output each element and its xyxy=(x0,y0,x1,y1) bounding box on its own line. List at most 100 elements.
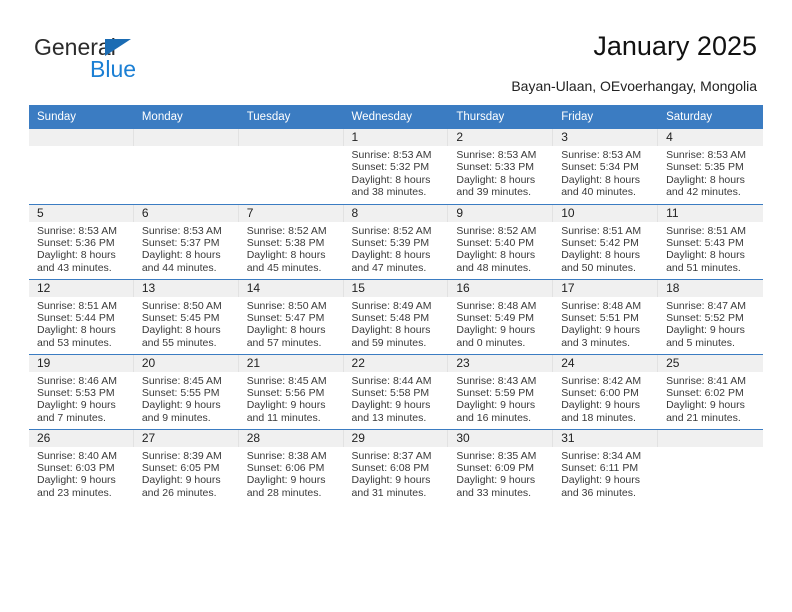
calendar-day-cell[interactable]: 14 Sunrise: 8:50 AM Sunset: 5:47 PM Dayligh… xyxy=(238,278,344,354)
calendar-week-row: 19 Sunrise: 8:46 AM Sunset: 5:53 PM Dayligh… xyxy=(29,353,763,429)
daylight-text-line1: Daylight: 9 hours xyxy=(456,474,536,487)
calendar-day-cell[interactable]: 2 Sunrise: 8:53 AM Sunset: 5:33 PM Daylight… xyxy=(448,129,554,204)
sunset-text: Sunset: 5:37 PM xyxy=(141,236,220,249)
day-details: Sunrise: 8:53 AM Sunset: 5:32 PM Daylight:… xyxy=(344,146,449,199)
day-details: Sunrise: 8:51 AM Sunset: 5:44 PM Daylight:… xyxy=(29,297,134,350)
sunset-text: Sunset: 5:53 PM xyxy=(37,386,115,399)
sunset-text: Sunset: 5:40 PM xyxy=(456,236,535,249)
sunset-text: Sunset: 6:02 PM xyxy=(666,386,744,399)
calendar-day-cell[interactable]: 26 Sunrise: 8:40 AM Sunset: 6:03 PM Dayligh… xyxy=(29,428,134,504)
sunrise-text: Sunrise: 8:43 AM xyxy=(456,374,537,387)
calendar-day-cell[interactable]: 21 Sunrise: 8:45 AM Sunset: 5:56 PM Dayligh… xyxy=(238,353,344,429)
calendar-day-cell[interactable]: 17 Sunrise: 8:48 AM Sunset: 5:51 PM Dayligh… xyxy=(553,278,659,354)
calendar-day-cell[interactable]: 15 Sunrise: 8:49 AM Sunset: 5:48 PM Dayligh… xyxy=(343,278,449,354)
calendar-day-cell[interactable]: 22 Sunrise: 8:44 AM Sunset: 5:58 PM Dayligh… xyxy=(343,353,449,429)
calendar-day-cell[interactable]: 31 Sunrise: 8:34 AM Sunset: 6:11 PM Dayligh… xyxy=(553,428,659,504)
page-header: General Blue January 2025 Bayan-Ulaan, O… xyxy=(0,0,792,100)
calendar-day-cell[interactable]: 28 Sunrise: 8:38 AM Sunset: 6:06 PM Dayligh… xyxy=(238,428,344,504)
page-subtitle-location: Bayan-Ulaan, OEvoerhangay, Mongolia xyxy=(511,78,757,94)
sunrise-text: Sunrise: 8:45 AM xyxy=(141,374,222,387)
day-details: Sunrise: 8:53 AM Sunset: 5:34 PM Daylight:… xyxy=(553,146,658,199)
day-number: 31 xyxy=(553,429,659,447)
calendar-day-cell[interactable]: 19 Sunrise: 8:46 AM Sunset: 5:53 PM Dayligh… xyxy=(29,353,134,429)
calendar-grid: Sunday Monday Tuesday Wednesday Thursday… xyxy=(29,105,763,504)
sunrise-text: Sunrise: 8:46 AM xyxy=(37,374,117,387)
day-number: 1 xyxy=(343,129,449,146)
daylight-text-line1: Daylight: 8 hours xyxy=(37,249,116,262)
day-number: 4 xyxy=(658,129,763,146)
calendar-day-cell[interactable]: 24 Sunrise: 8:42 AM Sunset: 6:00 PM Dayligh… xyxy=(553,353,659,429)
daylight-text-line2: and 11 minutes. xyxy=(246,411,321,424)
day-details: Sunrise: 8:45 AM Sunset: 5:56 PM Daylight:… xyxy=(239,372,344,425)
calendar-day-cell[interactable]: 25 Sunrise: 8:41 AM Sunset: 6:02 PM Dayligh… xyxy=(658,353,763,429)
sunset-text: Sunset: 6:11 PM xyxy=(561,461,639,474)
sunset-text: Sunset: 5:44 PM xyxy=(37,311,115,324)
daylight-text-line2: and 31 minutes. xyxy=(351,486,427,499)
day-number: 14 xyxy=(238,279,344,297)
daylight-text-line2: and 43 minutes. xyxy=(37,261,112,274)
sunrise-text: Sunrise: 8:51 AM xyxy=(37,299,117,312)
calendar-day-cell[interactable]: 1 Sunrise: 8:53 AM Sunset: 5:32 PM Daylight… xyxy=(343,129,449,204)
daylight-text-line2: and 3 minutes. xyxy=(561,336,631,349)
sunset-text: Sunset: 5:45 PM xyxy=(141,311,220,324)
calendar-day-cell[interactable]: 9 Sunrise: 8:52 AM Sunset: 5:40 PM Daylight… xyxy=(448,203,554,279)
weekday-header-monday: Monday xyxy=(133,105,239,129)
calendar-day-cell[interactable]: 5 Sunrise: 8:53 AM Sunset: 5:36 PM Daylight… xyxy=(29,203,134,279)
sunrise-text: Sunrise: 8:49 AM xyxy=(351,299,432,312)
day-number xyxy=(658,429,763,447)
day-number: 22 xyxy=(343,354,449,372)
day-details: Sunrise: 8:51 AM Sunset: 5:42 PM Daylight:… xyxy=(553,222,658,275)
daylight-text-line2: and 5 minutes. xyxy=(666,336,735,349)
calendar-table: Sunday Monday Tuesday Wednesday Thursday… xyxy=(29,105,763,504)
sunset-text: Sunset: 6:06 PM xyxy=(246,461,325,474)
day-number: 12 xyxy=(29,279,134,297)
daylight-text-line1: Daylight: 9 hours xyxy=(666,324,745,337)
daylight-text-line2: and 48 minutes. xyxy=(456,261,532,274)
day-number: 11 xyxy=(658,204,763,222)
calendar-week-row: 1 Sunrise: 8:53 AM Sunset: 5:32 PM Daylight… xyxy=(29,129,763,204)
sunset-text: Sunset: 5:38 PM xyxy=(246,236,325,249)
calendar-day-cell[interactable]: 4 Sunrise: 8:53 AM Sunset: 5:35 PM Daylight… xyxy=(658,129,763,204)
weekday-header-tuesday: Tuesday xyxy=(238,105,344,129)
day-details: Sunrise: 8:41 AM Sunset: 6:02 PM Daylight:… xyxy=(658,372,763,425)
day-details: Sunrise: 8:52 AM Sunset: 5:38 PM Daylight:… xyxy=(239,222,344,275)
daylight-text-line2: and 45 minutes. xyxy=(246,261,322,274)
calendar-day-cell[interactable]: 12 Sunrise: 8:51 AM Sunset: 5:44 PM Dayligh… xyxy=(29,278,134,354)
day-number: 15 xyxy=(343,279,449,297)
calendar-day-cell[interactable]: 20 Sunrise: 8:45 AM Sunset: 5:55 PM Dayligh… xyxy=(133,353,239,429)
calendar-header-row: Sunday Monday Tuesday Wednesday Thursday… xyxy=(29,105,763,129)
day-details: Sunrise: 8:52 AM Sunset: 5:39 PM Daylight:… xyxy=(344,222,449,275)
calendar-day-cell[interactable]: 23 Sunrise: 8:43 AM Sunset: 5:59 PM Dayligh… xyxy=(448,353,554,429)
calendar-day-cell[interactable]: 18 Sunrise: 8:47 AM Sunset: 5:52 PM Dayligh… xyxy=(658,278,763,354)
sunrise-text: Sunrise: 8:35 AM xyxy=(456,449,537,462)
day-number: 17 xyxy=(553,279,659,297)
calendar-day-cell[interactable] xyxy=(238,129,344,204)
calendar-day-cell[interactable]: 3 Sunrise: 8:53 AM Sunset: 5:34 PM Daylight… xyxy=(553,129,659,204)
calendar-day-cell[interactable]: 30 Sunrise: 8:35 AM Sunset: 6:09 PM Dayligh… xyxy=(448,428,554,504)
calendar-day-cell[interactable] xyxy=(133,129,239,204)
day-number: 26 xyxy=(29,429,134,447)
daylight-text-line2: and 53 minutes. xyxy=(37,336,112,349)
calendar-day-cell[interactable]: 7 Sunrise: 8:52 AM Sunset: 5:38 PM Daylight… xyxy=(238,203,344,279)
calendar-day-cell[interactable] xyxy=(29,129,134,204)
day-details: Sunrise: 8:35 AM Sunset: 6:09 PM Daylight:… xyxy=(448,447,553,500)
calendar-day-cell[interactable] xyxy=(658,428,763,504)
calendar-day-cell[interactable]: 11 Sunrise: 8:51 AM Sunset: 5:43 PM Dayligh… xyxy=(658,203,763,279)
calendar-day-cell[interactable]: 16 Sunrise: 8:48 AM Sunset: 5:49 PM Dayligh… xyxy=(448,278,554,354)
sunrise-text: Sunrise: 8:38 AM xyxy=(246,449,327,462)
daylight-text-line1: Daylight: 9 hours xyxy=(561,474,641,487)
daylight-text-line1: Daylight: 9 hours xyxy=(456,399,536,412)
sunset-text: Sunset: 5:59 PM xyxy=(456,386,535,399)
day-details: Sunrise: 8:39 AM Sunset: 6:05 PM Daylight:… xyxy=(134,447,239,500)
calendar-day-cell[interactable]: 27 Sunrise: 8:39 AM Sunset: 6:05 PM Dayligh… xyxy=(133,428,239,504)
calendar-page: General Blue January 2025 Bayan-Ulaan, O… xyxy=(0,0,792,612)
sunset-text: Sunset: 5:35 PM xyxy=(666,161,744,174)
calendar-day-cell[interactable]: 29 Sunrise: 8:37 AM Sunset: 6:08 PM Dayligh… xyxy=(343,428,449,504)
calendar-day-cell[interactable]: 6 Sunrise: 8:53 AM Sunset: 5:37 PM Daylight… xyxy=(133,203,239,279)
sunrise-text: Sunrise: 8:50 AM xyxy=(246,299,327,312)
sunset-text: Sunset: 6:08 PM xyxy=(351,461,430,474)
calendar-day-cell[interactable]: 8 Sunrise: 8:52 AM Sunset: 5:39 PM Daylight… xyxy=(343,203,449,279)
calendar-day-cell[interactable]: 13 Sunrise: 8:50 AM Sunset: 5:45 PM Dayligh… xyxy=(133,278,239,354)
sunrise-text: Sunrise: 8:53 AM xyxy=(456,149,537,161)
calendar-day-cell[interactable]: 10 Sunrise: 8:51 AM Sunset: 5:42 PM Dayligh… xyxy=(553,203,659,279)
